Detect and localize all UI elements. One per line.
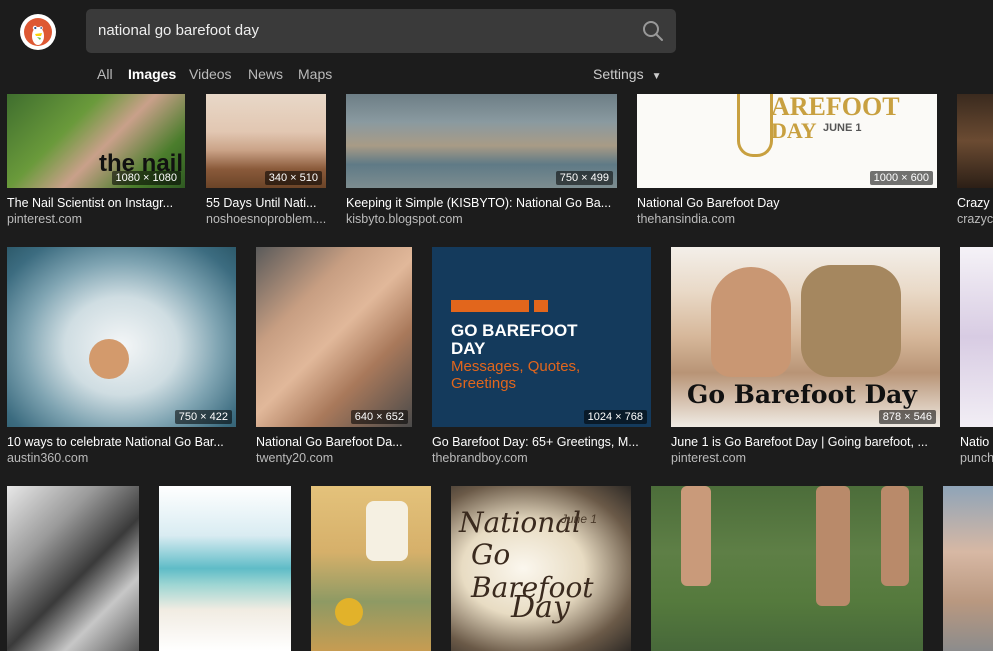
image-dimensions: 750 × 499 (555, 171, 613, 185)
orange-bar (451, 300, 529, 312)
result-title[interactable]: National Go Barefoot Da... (256, 435, 412, 449)
image-overlay-text: GO BAREFOOT (451, 321, 578, 340)
search-bar[interactable]: national go barefoot day (86, 9, 676, 53)
image-result[interactable]: Go Barefoot Day 878 × 546 (671, 247, 940, 427)
tab-all[interactable]: All (97, 66, 113, 82)
image-result[interactable]: AREFOOT DAY JUNE 1 1000 × 600 (637, 94, 937, 188)
image-result[interactable] (159, 486, 291, 651)
image-result[interactable]: 750 × 499 (346, 94, 617, 188)
result-title[interactable]: June 1 is Go Barefoot Day | Going barefo… (671, 435, 940, 449)
header: national go barefoot day All Images Vide… (0, 0, 993, 94)
image-overlay-text: JUNE 1 (823, 122, 862, 134)
caret-down-icon: ▼ (651, 71, 662, 82)
result-source[interactable]: austin360.com (7, 451, 236, 465)
image-result[interactable] (651, 486, 923, 651)
result-source[interactable]: punch (960, 451, 993, 465)
foot-shape (801, 265, 901, 377)
image-dimensions: 878 × 546 (878, 410, 936, 424)
image-dimensions: 750 × 422 (174, 410, 232, 424)
image-result[interactable]: 340 × 510 (206, 94, 326, 188)
settings-label: Settings (593, 66, 644, 82)
image-overlay-text: DAY (771, 118, 817, 143)
image-overlay-text: Greetings (451, 375, 517, 392)
result-source[interactable]: pinterest.com (671, 451, 940, 465)
image-result[interactable] (311, 486, 431, 651)
image-dimensions: 1024 × 768 (583, 410, 647, 424)
tab-images[interactable]: Images (128, 66, 176, 82)
image-overlay-text: DAY (451, 339, 486, 358)
result-title[interactable]: Keeping it Simple (KISBYTO): National Go… (346, 196, 617, 210)
search-input[interactable]: national go barefoot day (98, 22, 259, 39)
tab-videos[interactable]: Videos (189, 66, 232, 82)
illustration-figure (366, 501, 408, 561)
result-title[interactable]: 55 Days Until Nati... (206, 196, 326, 210)
result-title[interactable]: Crazy (957, 196, 993, 210)
image-result[interactable]: the nail 1080 × 1080 (7, 94, 185, 188)
image-result[interactable]: National Go Barefoot Day June 1 (451, 486, 631, 651)
image-result[interactable] (960, 247, 993, 427)
search-icon[interactable] (642, 20, 664, 42)
footprint-decoration (737, 94, 773, 157)
image-result[interactable] (943, 486, 993, 651)
settings-dropdown[interactable]: Settings ▼ (593, 66, 662, 82)
leg-shape (681, 486, 711, 586)
result-source[interactable]: kisbyto.blogspot.com (346, 212, 617, 226)
tab-maps[interactable]: Maps (298, 66, 332, 82)
duckduckgo-logo-icon[interactable] (20, 14, 56, 50)
result-source[interactable]: twenty20.com (256, 451, 412, 465)
image-overlay-text: June 1 (561, 512, 598, 526)
orange-bar (534, 300, 548, 312)
result-title[interactable]: Natio (960, 435, 993, 449)
image-overlay-text: Go Barefoot Day (687, 380, 917, 409)
result-source[interactable]: crazyc (957, 212, 993, 226)
result-source[interactable]: thehansindia.com (637, 212, 937, 226)
image-result[interactable]: 750 × 422 (7, 247, 236, 427)
result-source[interactable]: thebrandboy.com (432, 451, 651, 465)
image-dimensions: 340 × 510 (264, 171, 322, 185)
feet-shape (89, 339, 129, 379)
image-overlay-text: Messages, Quotes, (451, 358, 581, 375)
result-title[interactable]: 10 ways to celebrate National Go Bar... (7, 435, 236, 449)
result-title[interactable]: The Nail Scientist on Instagr... (7, 196, 185, 210)
image-result[interactable] (7, 486, 139, 651)
tab-news[interactable]: News (248, 66, 283, 82)
result-source[interactable]: pinterest.com (7, 212, 185, 226)
image-result[interactable] (957, 94, 993, 188)
leg-shape (881, 486, 909, 586)
result-title[interactable]: Go Barefoot Day: 65+ Greetings, M... (432, 435, 651, 449)
result-source[interactable]: noshoesnoproblem.... (206, 212, 326, 226)
foot-shape (711, 267, 791, 377)
image-dimensions: 640 × 652 (350, 410, 408, 424)
image-result[interactable]: GO BAREFOOT DAY Messages, Quotes, Greeti… (432, 247, 651, 427)
leg-shape (816, 486, 850, 606)
illustration-chick (335, 598, 363, 626)
image-overlay-text: Day (511, 590, 570, 625)
result-title[interactable]: National Go Barefoot Day (637, 196, 937, 210)
image-dimensions: 1000 × 600 (869, 171, 933, 185)
image-dimensions: 1080 × 1080 (111, 171, 181, 185)
image-result[interactable]: 640 × 652 (256, 247, 412, 427)
